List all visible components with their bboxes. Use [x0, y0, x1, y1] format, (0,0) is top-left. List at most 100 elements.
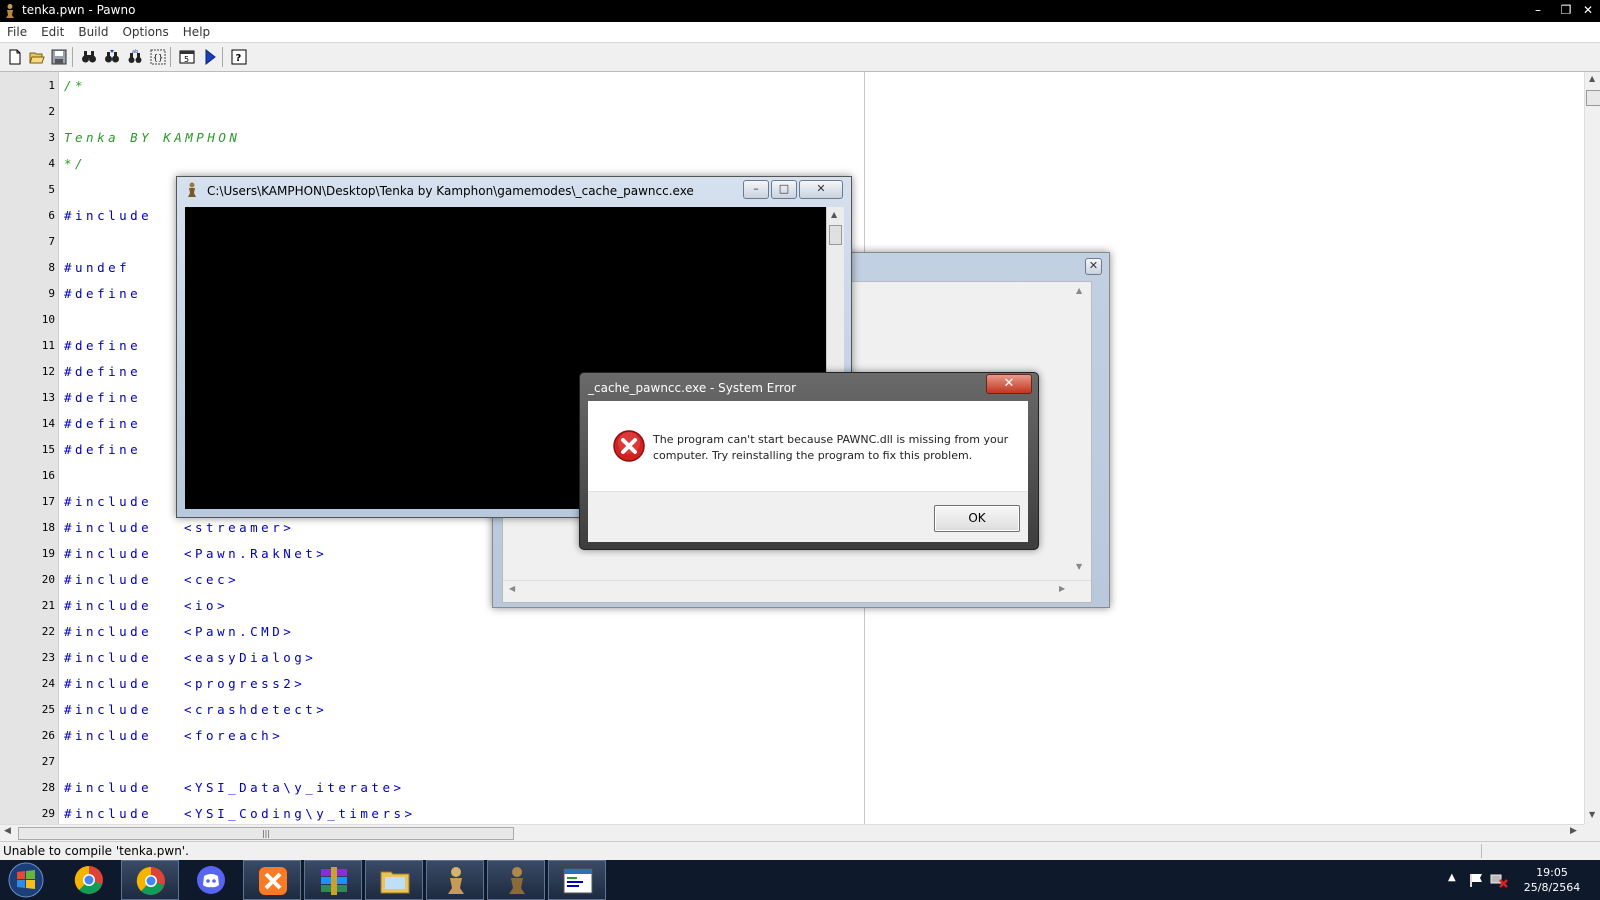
find-icon[interactable]	[78, 46, 100, 68]
action-center-flag-icon[interactable]	[1468, 872, 1484, 888]
save-icon[interactable]	[48, 46, 70, 68]
code-line: #include <easyDialog>	[64, 650, 313, 665]
vertical-scroll-thumb[interactable]	[1586, 90, 1600, 106]
taskbar-chrome-2[interactable]	[121, 860, 179, 900]
new-file-icon[interactable]	[4, 46, 26, 68]
close-icon[interactable]: ✕	[986, 374, 1032, 394]
window-title: tenka.pwn - Pawno	[22, 3, 136, 17]
code-include-target: <foreach>	[184, 728, 284, 743]
explorer-folder-icon	[380, 871, 410, 894]
taskbar-winrar[interactable]	[304, 860, 362, 900]
line-number: 7	[48, 235, 55, 248]
taskbar-xampp[interactable]	[243, 860, 301, 900]
close-icon[interactable]: ✕	[1574, 0, 1600, 20]
minimize-icon[interactable]: –	[1524, 0, 1552, 20]
line-number: 3	[48, 131, 55, 144]
system-error-dialog[interactable]: _cache_pawncc.exe - System Error ✕ The p…	[579, 372, 1039, 550]
clock[interactable]: 19:05 25/8/2564	[1504, 865, 1600, 895]
code-directive: #include	[64, 702, 153, 717]
code-line: #define	[64, 286, 141, 301]
close-icon[interactable]: ✕	[1085, 258, 1102, 275]
menu-options[interactable]: Options	[115, 22, 175, 40]
code-line: #include	[64, 208, 152, 223]
compile-icon[interactable]: 5	[176, 46, 198, 68]
line-number-gutter: 1 2 3 4 5 6 7 8 9 10 11 12 13 14 15 16 17 18 19 20 21 22 23 24 2…	[0, 72, 59, 824]
menu-build[interactable]: Build	[71, 22, 115, 40]
scroll-up-icon[interactable]: ▲	[831, 210, 837, 219]
code-directive: #define	[64, 416, 142, 431]
code-line: #define	[64, 442, 141, 457]
code-line: #include <YSI_Coding\y_timers>	[64, 806, 412, 821]
toolbar-separator	[222, 47, 223, 67]
console-caption: C:\Users\KAMPHON\Desktop\Tenka by Kampho…	[177, 177, 851, 203]
line-number: 5	[48, 183, 55, 196]
code-line: #include <Pawn.CMD>	[64, 624, 291, 639]
replace-icon[interactable]: ab	[124, 46, 146, 68]
code-directive: #include	[64, 728, 153, 743]
line-number: 19	[41, 547, 55, 560]
code-line: #include <Pawn.RakNet>	[64, 546, 324, 561]
menu-bar: File Edit Build Options Help	[0, 22, 1600, 43]
code-directive: #include	[64, 806, 153, 821]
menu-help[interactable]: Help	[176, 22, 217, 40]
find-next-icon[interactable]	[101, 46, 123, 68]
code-include-target: <YSI_Coding\y_timers>	[184, 806, 416, 821]
error-icon	[613, 430, 645, 462]
scroll-up-icon[interactable]: ▲	[1589, 74, 1595, 83]
scroll-left-icon[interactable]: ◀	[509, 584, 515, 593]
goto-line-icon[interactable]: {}	[147, 46, 169, 68]
open-folder-icon[interactable]	[26, 46, 48, 68]
xampp-icon	[259, 867, 287, 895]
horizontal-scroll-thumb[interactable]: |||	[18, 827, 514, 840]
run-icon[interactable]	[199, 46, 221, 68]
menu-edit[interactable]: Edit	[34, 22, 71, 40]
code-include-target: <crashdetect>	[184, 702, 328, 717]
vertical-scrollbar[interactable]: ▲ ▼	[1584, 72, 1600, 824]
pawno-editor-icon	[563, 868, 593, 894]
svg-text:5: 5	[184, 55, 189, 64]
code-directive: #include	[64, 494, 153, 509]
taskbar-discord[interactable]	[182, 860, 240, 900]
toolbar-separator	[170, 47, 171, 67]
code-line: #include <streamer>	[64, 520, 291, 535]
scroll-down-icon[interactable]: ▼	[1076, 562, 1082, 571]
scroll-right-icon[interactable]: ▶	[1059, 584, 1065, 593]
scroll-down-icon[interactable]: ▼	[1589, 810, 1595, 819]
code-directive: #include	[64, 546, 153, 561]
line-number: 21	[41, 599, 55, 612]
menu-file[interactable]: File	[0, 22, 34, 40]
console-title: C:\Users\KAMPHON\Desktop\Tenka by Kampho…	[207, 184, 694, 198]
taskbar-chrome[interactable]	[60, 860, 118, 900]
taskbar-pawno[interactable]	[426, 860, 484, 900]
code-include-target: <progress2>	[184, 676, 306, 691]
line-number: 27	[41, 755, 55, 768]
close-icon[interactable]: ✕	[799, 180, 843, 199]
minimize-icon[interactable]: –	[743, 180, 769, 199]
winrar-icon	[321, 867, 347, 895]
code-line: #include <cec>	[64, 572, 236, 587]
line-number: 13	[41, 391, 55, 404]
console-scroll-thumb[interactable]	[829, 225, 842, 245]
ok-button[interactable]: OK	[934, 505, 1020, 532]
show-hidden-icons-icon[interactable]: ▲	[1448, 872, 1456, 883]
help-icon[interactable]: ?	[228, 46, 250, 68]
line-number: 8	[48, 261, 55, 274]
code-include-target: <easyDialog>	[184, 650, 317, 665]
code-line: #include <progress2>	[64, 676, 302, 691]
scroll-left-icon[interactable]: ◀	[4, 826, 11, 836]
toolbar: ab {} 5 ?	[0, 43, 1600, 72]
horizontal-scrollbar[interactable]	[503, 580, 1091, 581]
scroll-right-icon[interactable]: ▶	[1570, 826, 1577, 836]
restore-icon[interactable]: □	[771, 180, 797, 199]
taskbar-pawno-editor[interactable]	[548, 860, 606, 900]
code-directive: #include	[64, 208, 153, 223]
taskbar-pawno-2[interactable]	[487, 860, 545, 900]
code-comment: /*	[64, 78, 87, 93]
scroll-up-icon[interactable]: ▲	[1076, 286, 1082, 295]
code-line: Tenka BY KAMPHON	[64, 130, 240, 145]
start-button[interactable]	[6, 862, 46, 898]
line-number: 26	[41, 729, 55, 742]
horizontal-scrollbar[interactable]: ◀ ||| ▶	[0, 824, 1584, 841]
taskbar-explorer[interactable]	[365, 860, 423, 900]
pawno-icon	[509, 867, 525, 894]
